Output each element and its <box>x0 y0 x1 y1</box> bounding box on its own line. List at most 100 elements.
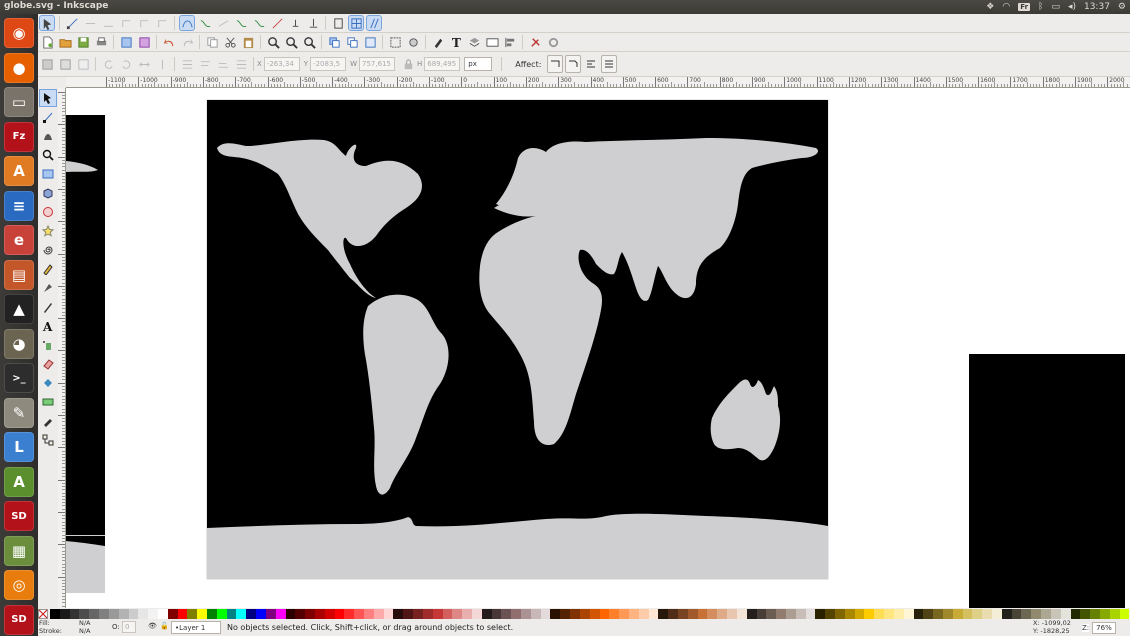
color-swatch[interactable] <box>844 609 855 619</box>
flip-vertical-icon[interactable] <box>155 57 169 71</box>
star-tool-icon[interactable] <box>40 223 56 239</box>
color-swatch[interactable] <box>992 609 1002 619</box>
color-swatch[interactable] <box>638 609 649 619</box>
group-icon[interactable] <box>388 35 402 49</box>
pen-tool-icon[interactable] <box>40 280 56 296</box>
spray-tool-icon[interactable] <box>40 337 56 353</box>
color-swatch[interactable] <box>521 609 531 619</box>
color-swatch[interactable] <box>275 609 286 619</box>
color-swatch[interactable] <box>727 609 737 619</box>
export-icon[interactable] <box>137 35 151 49</box>
color-swatch[interactable] <box>756 609 767 619</box>
color-swatch[interactable] <box>648 609 659 619</box>
color-swatch[interactable] <box>785 609 796 619</box>
color-swatch[interactable] <box>854 609 865 619</box>
color-swatch[interactable] <box>962 609 973 619</box>
color-swatch[interactable] <box>560 609 571 619</box>
color-swatch[interactable] <box>1050 609 1061 619</box>
node-auto-icon[interactable] <box>234 16 248 30</box>
color-swatch[interactable] <box>668 609 678 619</box>
color-swatch[interactable] <box>403 609 414 619</box>
show-clip-icon[interactable] <box>331 16 345 30</box>
color-swatch[interactable] <box>599 609 610 619</box>
delete-segment-icon[interactable] <box>155 16 169 30</box>
spiral-tool-icon[interactable] <box>40 242 56 258</box>
launcher-libreoffice-writer-icon[interactable]: ≡ <box>4 190 34 221</box>
import-icon[interactable] <box>119 35 133 49</box>
ellipse-tool-icon[interactable] <box>40 204 56 220</box>
color-swatch[interactable] <box>471 609 482 619</box>
color-swatch[interactable] <box>314 609 325 619</box>
settings-gear-icon[interactable]: ⚙ <box>1118 2 1126 12</box>
color-swatch[interactable] <box>952 609 963 619</box>
launcher-filezilla-icon[interactable]: Fz <box>4 121 34 152</box>
zoom-tool-icon[interactable] <box>40 147 56 163</box>
object-to-path-icon[interactable] <box>288 16 302 30</box>
undo-icon[interactable] <box>162 35 176 49</box>
color-swatch[interactable] <box>157 609 168 619</box>
launcher-software-center-icon[interactable]: A <box>4 156 34 186</box>
node-symmetric-icon[interactable] <box>216 16 230 30</box>
zoom-input[interactable]: 76% <box>1092 622 1116 634</box>
vertical-ruler[interactable] <box>57 88 66 608</box>
segment-line-icon[interactable] <box>252 16 266 30</box>
color-swatch[interactable] <box>197 609 207 619</box>
fill-stroke-indicator[interactable]: Fill: N/A Stroke: N/A <box>39 619 91 635</box>
redo-icon[interactable] <box>180 35 194 49</box>
color-swatch[interactable] <box>1011 609 1022 619</box>
horizontal-ruler[interactable]: -1100 -1000 -900 -800 -700 -600 -500 -400 -300 -2… <box>66 77 1130 88</box>
color-swatch[interactable] <box>236 609 247 619</box>
color-swatch[interactable] <box>736 609 747 619</box>
zoom-drawing-icon[interactable] <box>284 35 298 49</box>
color-swatch[interactable] <box>148 609 158 619</box>
dropper-tool-icon[interactable] <box>40 413 56 429</box>
color-swatch[interactable] <box>1001 609 1012 619</box>
color-swatch[interactable] <box>295 609 306 619</box>
color-swatch[interactable] <box>884 609 894 619</box>
rotate-cw-icon[interactable] <box>119 57 133 71</box>
color-swatch[interactable] <box>805 609 816 619</box>
launcher-sd-card-icon[interactable]: SD <box>4 501 34 531</box>
eraser-tool-icon[interactable] <box>40 356 56 372</box>
flip-horizontal-icon[interactable] <box>137 57 151 71</box>
height-input[interactable]: 689,495 <box>424 57 461 71</box>
color-swatch[interactable] <box>1021 609 1032 619</box>
node-smooth-icon[interactable] <box>198 16 212 30</box>
color-swatch[interactable] <box>216 609 227 619</box>
launcher-gimp-icon[interactable]: ◕ <box>4 328 34 359</box>
color-swatch[interactable] <box>128 609 139 619</box>
x-input[interactable]: -263,34 <box>263 57 300 71</box>
color-swatch[interactable] <box>540 609 551 619</box>
color-swatch[interactable] <box>99 609 109 619</box>
dropbox-icon[interactable]: ❖ <box>986 2 994 12</box>
color-swatch[interactable] <box>452 609 463 619</box>
color-swatch[interactable] <box>972 609 983 619</box>
color-swatch[interactable] <box>207 609 217 619</box>
color-swatch[interactable] <box>79 609 90 619</box>
launcher-image-viewer-icon[interactable]: ▦ <box>4 535 34 566</box>
show-transform-handles-icon[interactable] <box>348 15 364 31</box>
duplicate-icon[interactable] <box>327 35 341 49</box>
fill-stroke-icon[interactable] <box>431 35 445 49</box>
wifi-icon[interactable]: ◠ <box>1002 2 1010 12</box>
delete-node-icon[interactable] <box>83 16 97 30</box>
color-swatch[interactable] <box>835 609 845 619</box>
3d-box-tool-icon[interactable] <box>40 185 56 201</box>
right-offpage-object[interactable] <box>969 354 1125 608</box>
node-cusp-icon[interactable] <box>179 15 195 31</box>
launcher-terminal-icon[interactable]: >_ <box>4 363 34 393</box>
color-swatch[interactable] <box>717 609 728 619</box>
color-swatch[interactable] <box>344 609 355 619</box>
color-swatch[interactable] <box>383 609 394 619</box>
raise-icon[interactable] <box>198 57 212 71</box>
color-swatch[interactable] <box>393 609 404 619</box>
rectangle-tool-icon[interactable] <box>40 166 56 182</box>
color-swatch[interactable] <box>903 609 914 619</box>
pencil-tool-icon[interactable] <box>40 261 56 277</box>
segment-curve-icon[interactable] <box>270 16 284 30</box>
scale-corners-toggle[interactable] <box>565 55 582 73</box>
save-icon[interactable] <box>76 35 90 49</box>
color-swatch[interactable] <box>334 609 345 619</box>
color-swatch[interactable] <box>570 609 580 619</box>
color-swatch[interactable] <box>442 609 453 619</box>
